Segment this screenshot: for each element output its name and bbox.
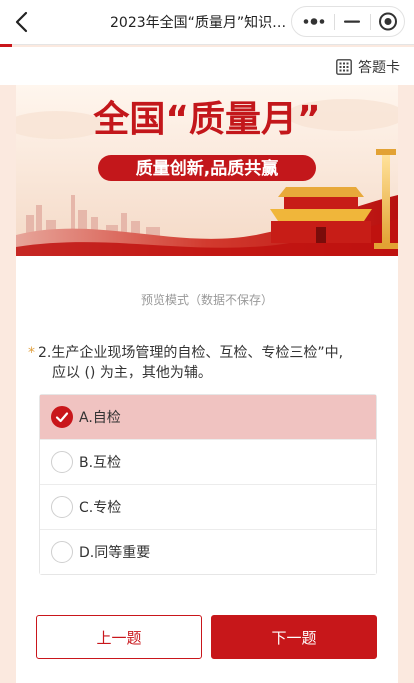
more-dots-icon[interactable] bbox=[300, 10, 328, 33]
option-d[interactable]: D.同等重要 bbox=[40, 529, 376, 574]
answer-card-button[interactable]: 答题卡 bbox=[336, 56, 400, 78]
preview-notice: 预览模式（数据不保存） bbox=[140, 293, 273, 307]
check-circle-icon bbox=[51, 406, 73, 428]
page-title: 2023年全国“质量月”知识竞赛 bbox=[110, 15, 295, 31]
grid-icon bbox=[336, 59, 352, 75]
mini-program-capsule bbox=[291, 6, 405, 37]
next-question-button[interactable]: 下一题 bbox=[211, 615, 377, 659]
answer-card-label: 答题卡 bbox=[358, 60, 400, 76]
radio-circle-icon bbox=[51, 496, 73, 518]
option-list: A.自检 B.互检 C.专检 D.同等重要 bbox=[39, 394, 377, 575]
option-a[interactable]: A.自检 bbox=[40, 395, 376, 439]
option-label: C.专检 bbox=[79, 500, 122, 516]
minimize-icon[interactable] bbox=[340, 10, 364, 33]
radio-circle-icon bbox=[51, 451, 73, 473]
required-mark: * bbox=[28, 345, 35, 361]
capsule-divider bbox=[370, 14, 371, 30]
question-text-line1: 2.生产企业现场管理的自检、互检、专检三检”中, bbox=[38, 345, 344, 361]
quiz-panel: 全国“质量月” 质量创新,品质共赢 预览模式（数据不保存） * 2.生产企业现场… bbox=[16, 85, 398, 683]
previous-question-button[interactable]: 上一题 bbox=[36, 615, 202, 659]
banner-slogan: 质量创新,品质共赢 bbox=[136, 158, 278, 179]
option-label: A.自检 bbox=[79, 410, 121, 426]
option-label: D.同等重要 bbox=[79, 545, 151, 561]
banner-heading: 全国“质量月” bbox=[92, 98, 320, 140]
question-title: * 2.生产企业现场管理的自检、互检、专检三检”中, 应以 () 为主，其他为辅… bbox=[28, 343, 382, 383]
capsule-divider bbox=[334, 14, 335, 30]
header-divider bbox=[0, 44, 414, 45]
sub-toolbar: 答题卡 bbox=[0, 47, 414, 85]
radio-circle-icon bbox=[51, 541, 73, 563]
top-nav-bar: 2023年全国“质量月”知识竞赛 bbox=[0, 0, 414, 44]
option-b[interactable]: B.互检 bbox=[40, 439, 376, 484]
question-text-line2: 应以 () 为主，其他为辅。 bbox=[52, 365, 212, 381]
record-circle-icon[interactable] bbox=[376, 10, 400, 33]
back-arrow-icon[interactable] bbox=[10, 8, 36, 36]
quality-month-banner: 全国“质量月” 质量创新,品质共赢 bbox=[16, 85, 398, 256]
option-c[interactable]: C.专检 bbox=[40, 484, 376, 529]
option-label: B.互检 bbox=[79, 455, 122, 471]
